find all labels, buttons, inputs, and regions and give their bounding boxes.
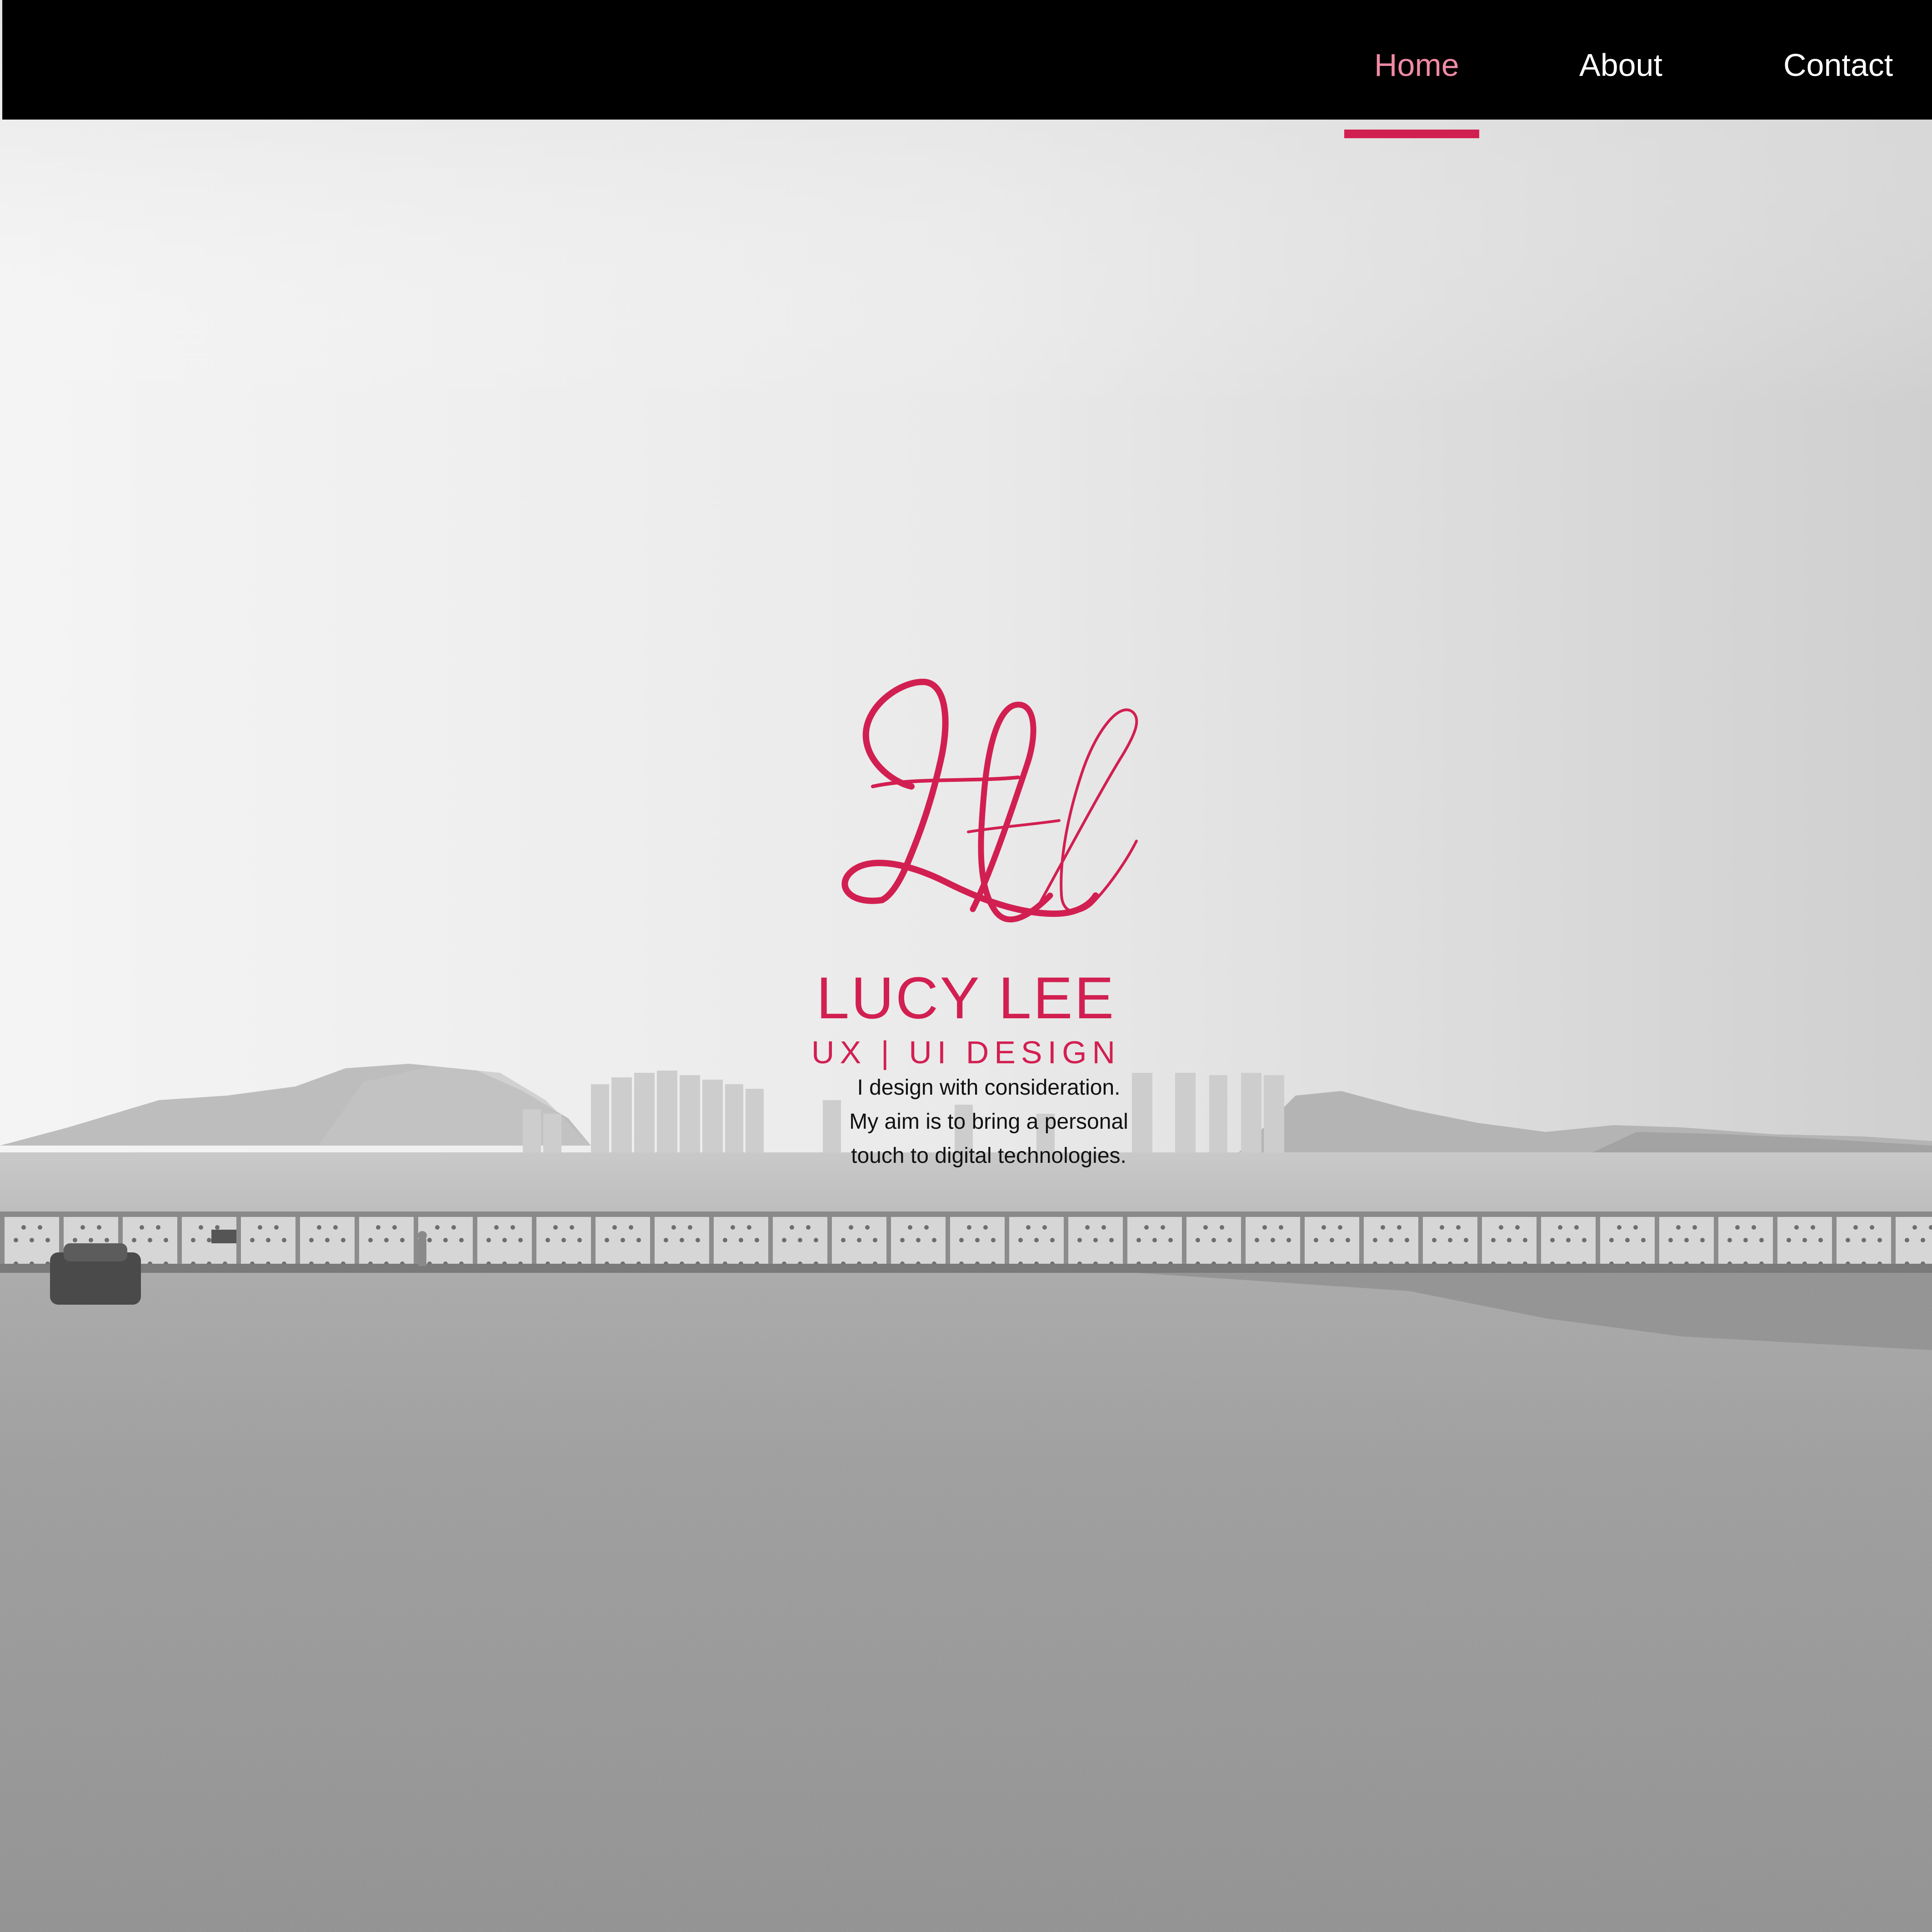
tagline-line: I design with consideration. (857, 1076, 1121, 1100)
top-navigation-bar: Home About Contact (2, 0, 1932, 120)
ll-monogram-icon (841, 679, 1138, 923)
home-page: Home About Contact LUCY LEE UX | UI DESI… (0, 0, 1932, 1932)
nav-contact-link[interactable]: Contact (1783, 45, 1893, 85)
tagline-line: touch to digital technologies. (851, 1144, 1126, 1168)
tagline: I design with consideration. My aim is t… (798, 1071, 1180, 1173)
brand-name: LUCY LEE (816, 965, 1116, 1031)
nav-home-link[interactable]: Home (1374, 45, 1459, 85)
nav-about-link[interactable]: About (1579, 45, 1662, 85)
tagline-line: My aim is to bring a personal (849, 1110, 1128, 1134)
brand-subtitle: UX | UI DESIGN (811, 1035, 1121, 1070)
active-nav-indicator (1344, 130, 1479, 138)
